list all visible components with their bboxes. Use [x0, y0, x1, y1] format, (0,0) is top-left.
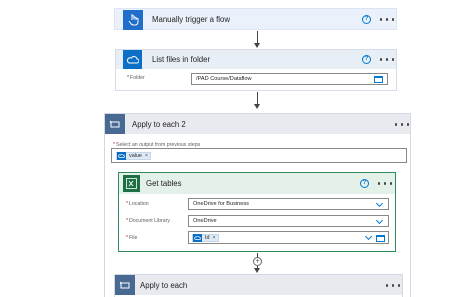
chevron-down-icon[interactable]	[375, 199, 384, 208]
id-token-remove-icon[interactable]: ×	[213, 235, 216, 241]
onedrive-cloud-icon	[117, 151, 126, 160]
get-tables-header[interactable]: Get tables	[119, 173, 395, 194]
document-library-label: *Document Library	[126, 218, 170, 224]
list-files-card[interactable]: List files in folder ? *Folder /PAD Cour…	[115, 49, 397, 91]
onedrive-cloud-icon	[123, 50, 142, 69]
apply-each-header[interactable]: Apply to each	[115, 275, 402, 295]
value-token[interactable]: value ×	[116, 151, 152, 160]
loop-icon	[105, 114, 125, 134]
apply-each-2-header[interactable]: Apply to each 2	[105, 114, 410, 134]
loop-icon	[115, 275, 135, 295]
list-files-help-icon[interactable]: ?	[362, 55, 371, 64]
apply-each-title: Apply to each	[140, 280, 188, 290]
add-step-plus-icon[interactable]: +	[253, 257, 262, 266]
location-value: OneDrive for Business	[193, 201, 249, 207]
get-tables-card[interactable]: Get tables ? *Location OneDrive for Busi…	[118, 172, 396, 252]
file-field[interactable]: Id ×	[188, 231, 389, 244]
id-token-label: Id	[205, 234, 210, 241]
file-picker-icon[interactable]	[376, 235, 385, 242]
trigger-title: Manually trigger a flow	[152, 15, 231, 24]
get-tables-more-options-icon[interactable]	[378, 179, 392, 188]
select-output-field[interactable]: value ×	[111, 148, 407, 163]
trigger-card[interactable]: Manually trigger a flow ?	[114, 8, 397, 30]
file-label: *File	[126, 235, 138, 241]
folder-picker-icon[interactable]	[374, 76, 383, 83]
folder-label: *Folder	[127, 75, 145, 81]
chevron-down-icon[interactable]	[375, 216, 384, 225]
trigger-help-icon[interactable]: ?	[362, 15, 371, 24]
folder-field[interactable]: /PAD Course/Dataflow	[191, 73, 388, 85]
apply-each-2-more-options-icon[interactable]	[395, 120, 409, 129]
get-tables-title: Get tables	[146, 179, 182, 188]
location-dropdown[interactable]: OneDrive for Business	[188, 198, 389, 210]
list-files-title: List files in folder	[152, 55, 211, 64]
value-token-label: value	[129, 152, 142, 159]
document-library-dropdown[interactable]: OneDrive	[188, 215, 389, 227]
folder-value: /PAD Course/Dataflow	[196, 76, 252, 82]
list-files-more-options-icon[interactable]	[380, 55, 394, 64]
trigger-more-options-icon[interactable]	[380, 15, 394, 24]
excel-icon	[123, 175, 140, 192]
touch-icon	[123, 9, 143, 30]
apply-each-more-options-icon[interactable]	[386, 281, 400, 290]
connector-arrowhead	[254, 43, 260, 48]
get-tables-help-icon[interactable]: ?	[360, 179, 369, 188]
list-files-header[interactable]: List files in folder	[116, 50, 396, 69]
connector-arrowhead	[254, 268, 260, 273]
apply-each-2-title: Apply to each 2	[132, 119, 186, 129]
id-token[interactable]: Id ×	[192, 233, 219, 242]
chevron-down-icon[interactable]	[364, 232, 373, 241]
connector-arrowhead	[254, 104, 260, 109]
value-token-remove-icon[interactable]: ×	[145, 153, 148, 159]
document-library-value: OneDrive	[193, 218, 217, 224]
apply-each-card[interactable]: Apply to each	[114, 274, 403, 297]
location-label: *Location	[126, 201, 149, 207]
onedrive-cloud-icon	[193, 233, 202, 242]
